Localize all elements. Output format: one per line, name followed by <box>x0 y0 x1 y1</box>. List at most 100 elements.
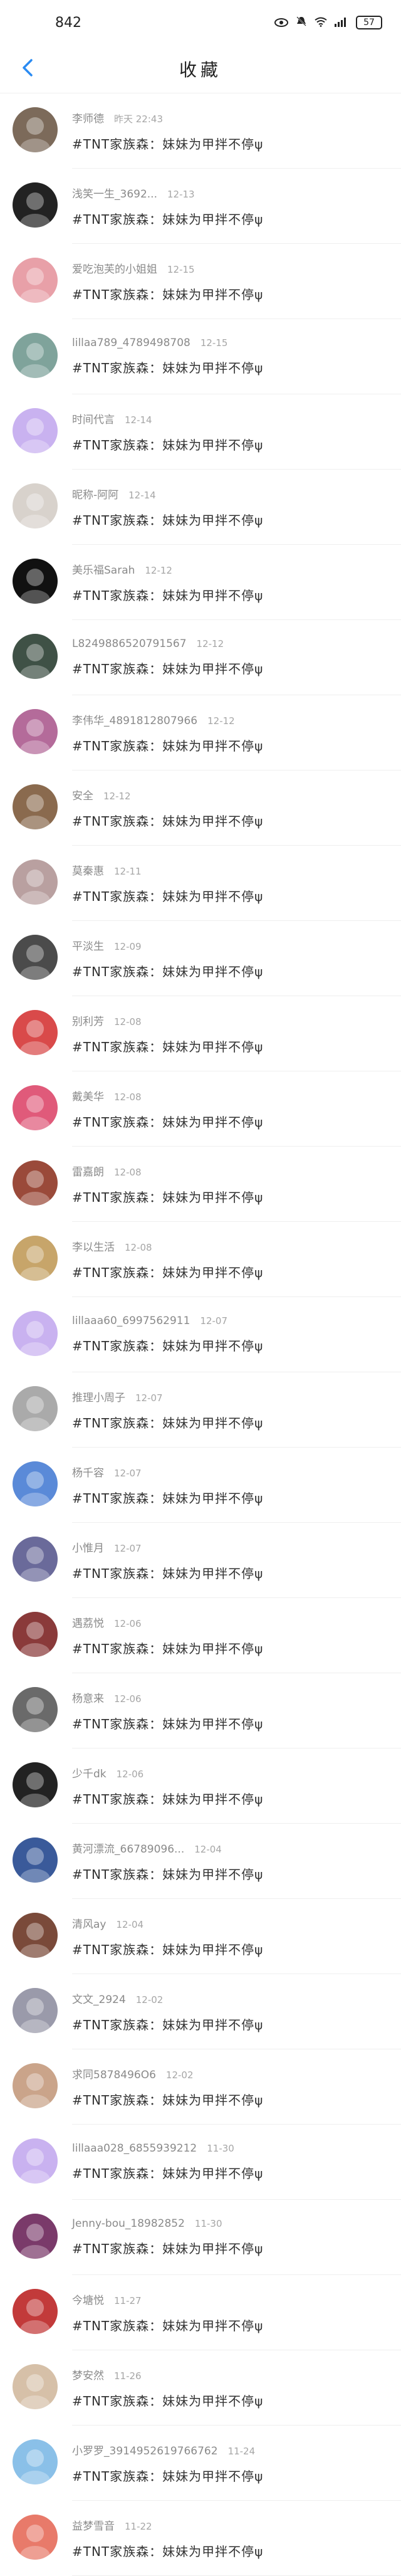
list-item[interactable]: 戴美华 12-08 #TNT家族森：妹妹为甲拌不停ψ <box>13 1071 401 1147</box>
user-name[interactable]: 杨千容 <box>72 1467 104 1480</box>
avatar[interactable] <box>13 1612 58 1657</box>
avatar[interactable] <box>13 1762 58 1807</box>
avatar[interactable] <box>13 2214 58 2259</box>
list-item[interactable]: 安全 12-12 #TNT家族森：妹妹为甲拌不停ψ <box>13 770 401 846</box>
list-item[interactable]: 梦安然 11-26 #TNT家族森：妹妹为甲拌不停ψ <box>13 2350 401 2426</box>
avatar[interactable] <box>13 2439 58 2484</box>
avatar[interactable] <box>13 333 58 378</box>
list-item[interactable]: 清风ay 12-04 #TNT家族森：妹妹为甲拌不停ψ <box>13 1899 401 1974</box>
list-item[interactable]: 益梦雪音 11-22 #TNT家族森：妹妹为甲拌不停ψ <box>13 2501 401 2576</box>
user-name[interactable]: 平淡生 <box>72 940 104 953</box>
user-name[interactable]: 莫秦惠 <box>72 865 104 878</box>
user-name[interactable]: 今塘悦 <box>72 2295 104 2307</box>
avatar[interactable] <box>13 2364 58 2409</box>
avatar[interactable] <box>13 559 58 604</box>
avatar[interactable] <box>13 483 58 528</box>
list-item[interactable]: 爱吃泡芙的小姐姐 12-15 #TNT家族森：妹妹为甲拌不停ψ <box>13 244 401 319</box>
user-name[interactable]: 李以生活 <box>72 1241 115 1254</box>
user-name[interactable]: 李伟华_4891812807966 <box>72 715 197 727</box>
user-name[interactable]: 遇荔悦 <box>72 1617 104 1630</box>
user-name[interactable]: 浅笑一生_3692... <box>72 188 157 201</box>
list-item[interactable]: 别利芳 12-08 #TNT家族森：妹妹为甲拌不停ψ <box>13 996 401 1071</box>
list-item[interactable]: 莫秦惠 12-11 #TNT家族森：妹妹为甲拌不停ψ <box>13 846 401 921</box>
avatar[interactable] <box>13 107 58 152</box>
avatar[interactable] <box>13 784 58 829</box>
list-item[interactable]: lillaaa60_6997562911 12-07 #TNT家族森：妹妹为甲拌不停… <box>13 1297 401 1372</box>
user-name[interactable]: 求同5878496O6 <box>72 2069 156 2081</box>
list-item[interactable]: 李师德 昨天 22:43 #TNT家族森：妹妹为甲拌不停ψ <box>13 93 401 169</box>
user-name[interactable]: 小罗罗_3914952619766762 <box>72 2445 218 2458</box>
list-item[interactable]: L8249886520791567 12-12 #TNT家族森：妹妹为甲拌不停ψ <box>13 620 401 695</box>
user-name[interactable]: 李师德 <box>72 113 104 125</box>
avatar[interactable] <box>13 860 58 905</box>
avatar[interactable] <box>13 182 58 228</box>
user-name[interactable]: 推理小周子 <box>72 1392 125 1404</box>
user-name[interactable]: 戴美华 <box>72 1091 104 1103</box>
avatar[interactable] <box>13 709 58 754</box>
list-item[interactable]: 美乐福Sarah 12-12 #TNT家族森：妹妹为甲拌不停ψ <box>13 545 401 620</box>
avatar[interactable] <box>13 1085 58 1130</box>
user-name[interactable]: lillaa789_4789498708 <box>72 337 190 349</box>
list-item[interactable]: 文文_2924 12-02 #TNT家族森：妹妹为甲拌不停ψ <box>13 1974 401 2049</box>
user-name[interactable]: 美乐福Sarah <box>72 564 135 577</box>
list-item[interactable]: 推理小周子 12-07 #TNT家族森：妹妹为甲拌不停ψ <box>13 1372 401 1448</box>
list-item[interactable]: 杨意来 12-06 #TNT家族森：妹妹为甲拌不停ψ <box>13 1673 401 1748</box>
user-name[interactable]: lillaaa60_6997562911 <box>72 1315 190 1327</box>
avatar[interactable] <box>13 2289 58 2334</box>
user-name[interactable]: 昵称-阿阿 <box>72 489 118 502</box>
list-item[interactable]: 遇荔悦 12-06 #TNT家族森：妹妹为甲拌不停ψ <box>13 1598 401 1673</box>
back-button[interactable] <box>9 45 46 93</box>
user-name[interactable]: 爱吃泡芙的小姐姐 <box>72 263 157 276</box>
list-item[interactable]: 李伟华_4891812807966 12-12 #TNT家族森：妹妹为甲拌不停ψ <box>13 695 401 770</box>
user-name[interactable]: 文文_2924 <box>72 1994 126 2006</box>
list-item[interactable]: 小惟月 12-07 #TNT家族森：妹妹为甲拌不停ψ <box>13 1523 401 1598</box>
avatar[interactable] <box>13 1988 58 2033</box>
list-item[interactable]: 李以生活 12-08 #TNT家族森：妹妹为甲拌不停ψ <box>13 1222 401 1297</box>
list-item[interactable]: 求同5878496O6 12-02 #TNT家族森：妹妹为甲拌不停ψ <box>13 2049 401 2125</box>
user-name[interactable]: 益梦雪音 <box>72 2520 115 2533</box>
user-name[interactable]: 时间代言 <box>72 414 115 426</box>
avatar[interactable] <box>13 1837 58 1883</box>
avatar[interactable] <box>13 1236 58 1281</box>
user-name[interactable]: 黄河漂流_66789096... <box>72 1843 184 1856</box>
user-name[interactable]: 别利芳 <box>72 1016 104 1028</box>
list-item[interactable]: 黄河漂流_66789096... 12-04 #TNT家族森：妹妹为甲拌不停ψ <box>13 1824 401 1899</box>
avatar[interactable] <box>13 1386 58 1431</box>
avatar[interactable] <box>13 1461 58 1506</box>
user-name[interactable]: lillaaa028_6855939212 <box>72 2142 197 2155</box>
avatar[interactable] <box>13 258 58 303</box>
list-item[interactable]: 少千dk 12-06 #TNT家族森：妹妹为甲拌不停ψ <box>13 1748 401 1824</box>
user-name[interactable]: 梦安然 <box>72 2370 104 2382</box>
avatar[interactable] <box>13 1913 58 1958</box>
avatar[interactable] <box>13 1537 58 1582</box>
avatar[interactable] <box>13 1687 58 1732</box>
list-item[interactable]: 浅笑一生_3692... 12-13 #TNT家族森：妹妹为甲拌不停ψ <box>13 169 401 244</box>
avatar[interactable] <box>13 634 58 679</box>
list-item[interactable]: lillaaa028_6855939212 11-30 #TNT家族森：妹妹为甲拌不… <box>13 2125 401 2200</box>
list-item[interactable]: Jenny-bou_18982852 11-30 #TNT家族森：妹妹为甲拌不停ψ <box>13 2200 401 2275</box>
list-item[interactable]: lillaa789_4789498708 12-15 #TNT家族森：妹妹为甲拌不停… <box>13 319 401 394</box>
avatar[interactable] <box>13 1311 58 1356</box>
list-item[interactable]: 平淡生 12-09 #TNT家族森：妹妹为甲拌不停ψ <box>13 921 401 996</box>
list-item[interactable]: 时间代言 12-14 #TNT家族森：妹妹为甲拌不停ψ <box>13 394 401 470</box>
list-item[interactable]: 雷嘉朗 12-08 #TNT家族森：妹妹为甲拌不停ψ <box>13 1147 401 1222</box>
user-name[interactable]: 小惟月 <box>72 1542 104 1555</box>
user-name[interactable]: 杨意来 <box>72 1693 104 1705</box>
avatar[interactable] <box>13 2063 58 2108</box>
list-item[interactable]: 小罗罗_3914952619766762 11-24 #TNT家族森：妹妹为甲拌不停… <box>13 2426 401 2501</box>
user-name[interactable]: 安全 <box>72 790 93 802</box>
list-item[interactable]: 杨千容 12-07 #TNT家族森：妹妹为甲拌不停ψ <box>13 1448 401 1523</box>
avatar[interactable] <box>13 408 58 453</box>
avatar[interactable] <box>13 1160 58 1206</box>
user-name[interactable]: 少千dk <box>72 1768 107 1780</box>
avatar[interactable] <box>13 1010 58 1055</box>
list-item[interactable]: 今塘悦 11-27 #TNT家族森：妹妹为甲拌不停ψ <box>13 2275 401 2350</box>
list-item[interactable]: 昵称-阿阿 12-14 #TNT家族森：妹妹为甲拌不停ψ <box>13 470 401 545</box>
avatar[interactable] <box>13 2138 58 2184</box>
user-name[interactable]: 雷嘉朗 <box>72 1166 104 1179</box>
avatar[interactable] <box>13 2515 58 2560</box>
user-name[interactable]: Jenny-bou_18982852 <box>72 2217 185 2230</box>
avatar[interactable] <box>13 935 58 980</box>
user-name[interactable]: 清风ay <box>72 1918 106 1931</box>
user-name[interactable]: L8249886520791567 <box>72 638 187 650</box>
